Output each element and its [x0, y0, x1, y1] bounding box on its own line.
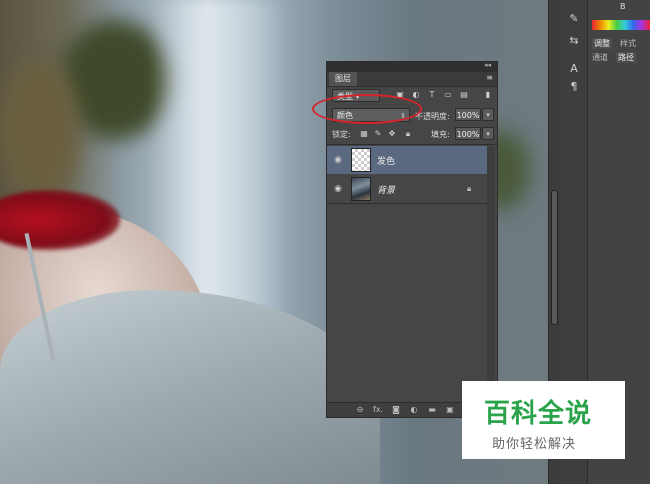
- rock-patch: [0, 60, 80, 200]
- tabs-row-2: 通道 路径: [592, 52, 636, 63]
- adjustment-filter-icon[interactable]: ◐: [411, 90, 421, 100]
- link-layers-icon[interactable]: ⊖: [355, 405, 365, 415]
- layer-thumbnail: [351, 148, 371, 172]
- watermark-subtitle: 助你轻松解决: [492, 437, 577, 452]
- layer-row-background[interactable]: ◉ 背景 🔒︎: [327, 175, 487, 203]
- type-filter-icon[interactable]: T: [427, 90, 437, 100]
- layer-name: 背景: [377, 186, 396, 196]
- tab-adjustments[interactable]: 调整: [592, 38, 612, 49]
- watermark-title: 百科全说: [484, 399, 593, 429]
- new-group-icon[interactable]: ▬: [427, 405, 437, 415]
- tab-channels[interactable]: 通道: [592, 52, 608, 63]
- annotation-ellipse: [312, 94, 422, 124]
- lock-label: 锁定:: [332, 130, 351, 139]
- opacity-dropdown-icon[interactable]: ▾: [482, 108, 494, 121]
- scrollbar-thumb[interactable]: [551, 190, 558, 325]
- brush-preset-icon[interactable]: ✎: [566, 12, 582, 26]
- visibility-eye-icon[interactable]: ◉: [333, 184, 343, 194]
- tab-styles[interactable]: 样式: [620, 38, 636, 49]
- new-layer-icon[interactable]: ▣: [445, 405, 455, 415]
- tabs-row-1: 调整 样式: [592, 38, 636, 49]
- collapse-icon[interactable]: ◂◂: [484, 61, 491, 69]
- panel-titlebar[interactable]: ◂◂: [327, 61, 497, 72]
- fill-dropdown-icon[interactable]: ▾: [482, 127, 494, 140]
- tab-layers[interactable]: 图层: [329, 72, 357, 86]
- layer-name: 发色: [377, 157, 396, 167]
- lock-transparent-icon[interactable]: ▦: [359, 129, 369, 139]
- shape-filter-icon[interactable]: ▭: [443, 90, 453, 100]
- character-icon[interactable]: A: [566, 62, 582, 76]
- model-dress: [0, 290, 380, 484]
- paragraph-icon[interactable]: ¶: [566, 80, 582, 94]
- opacity-input[interactable]: 100%: [455, 108, 481, 121]
- filter-toggle-icon[interactable]: ▮: [483, 90, 493, 100]
- panel-tab-row: 图层 ≡: [327, 72, 497, 87]
- adjust-icon[interactable]: ⇆: [566, 34, 582, 48]
- smart-object-filter-icon[interactable]: ▤: [459, 90, 469, 100]
- watermark: 百科全说 助你轻松解决: [462, 381, 625, 459]
- layer-thumbnail: [351, 177, 371, 201]
- divider: [327, 203, 487, 204]
- layer-lock-icon: 🔒︎: [467, 184, 472, 193]
- divider: [327, 144, 497, 145]
- fill-input[interactable]: 100%: [455, 127, 481, 140]
- adjustment-layer-icon[interactable]: ◐: [409, 405, 419, 415]
- color-spectrum[interactable]: [592, 20, 650, 30]
- channel-b-label: B: [620, 2, 626, 11]
- tab-paths[interactable]: 路径: [616, 52, 636, 63]
- lock-pixels-icon[interactable]: ✎: [373, 129, 383, 139]
- lock-position-icon[interactable]: ✥: [387, 129, 397, 139]
- fill-label: 填充:: [431, 130, 450, 139]
- add-mask-icon[interactable]: ◙: [391, 405, 401, 415]
- layer-row-hair-color[interactable]: ◉ 发色: [327, 146, 487, 174]
- fx-icon[interactable]: fx.: [373, 405, 383, 415]
- visibility-eye-icon[interactable]: ◉: [333, 155, 343, 165]
- lock-all-icon[interactable]: 🔒︎: [403, 129, 413, 139]
- layers-scrollbar[interactable]: [487, 146, 495, 401]
- panel-menu-icon[interactable]: ≡: [486, 73, 493, 82]
